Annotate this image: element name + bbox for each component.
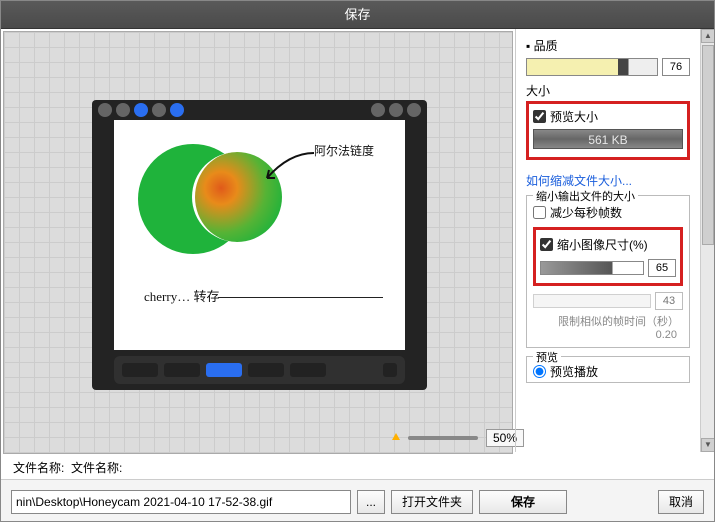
file-size-bar: 561 KB	[533, 129, 683, 149]
side-panel: ▲ ▼ 品质 76 大小 预览大小 561 KB	[515, 29, 714, 452]
scroll-down-icon[interactable]: ▼	[701, 438, 714, 452]
highlight-box-resize: 缩小图像尺寸(%) 65	[533, 227, 683, 286]
preview-play-radio[interactable]	[533, 365, 546, 378]
canvas-app: 阿尔法链度 cherry… 转存	[92, 100, 427, 390]
save-button[interactable]: 保存	[479, 490, 567, 514]
main-area: 阿尔法链度 cherry… 转存 50% ▲ ▼	[1, 29, 714, 452]
zoom-marker-icon	[392, 433, 400, 443]
shrink-group: 缩小输出文件的大小 减少每秒帧数 缩小图像尺寸(%) 65	[526, 195, 690, 348]
reduce-dim-value[interactable]: 65	[648, 259, 676, 277]
window-title: 保存	[1, 1, 714, 29]
reduce-dim-slider[interactable]	[540, 261, 644, 275]
filename-label-1: 文件名称:	[13, 461, 64, 475]
reduce-fps-checkbox[interactable]	[533, 206, 546, 219]
bottom-pill-active[interactable]	[206, 363, 242, 377]
preview-play-label: 预览播放	[550, 363, 598, 380]
extra-slider[interactable]	[533, 294, 651, 308]
tool-icon-active[interactable]	[134, 103, 148, 117]
annotation-text-1: 阿尔法链度	[314, 142, 374, 159]
open-folder-button[interactable]: 打开文件夹	[391, 490, 473, 514]
tool-icon[interactable]	[98, 103, 112, 117]
tool-icon[interactable]	[371, 103, 385, 117]
preview-size-label: 预览大小	[550, 108, 598, 125]
filename-input[interactable]	[11, 490, 351, 514]
shrink-group-title: 缩小输出文件的大小	[533, 188, 638, 204]
zoom-controls: 50%	[392, 429, 524, 447]
quality-value[interactable]: 76	[662, 58, 690, 76]
preview-group-title: 预览	[533, 349, 561, 365]
scroll-up-icon[interactable]: ▲	[701, 29, 714, 43]
bottom-pill[interactable]	[383, 363, 397, 377]
tool-icon[interactable]	[170, 103, 184, 117]
underline-shape	[218, 297, 383, 298]
zoom-slider[interactable]	[408, 436, 478, 440]
limit-hint: 限制相似的帧时间（秒）	[533, 313, 683, 329]
arrow-annotation	[259, 148, 319, 188]
preview-pane: 阿尔法链度 cherry… 转存 50%	[3, 31, 513, 454]
bottom-pill[interactable]	[248, 363, 284, 377]
extra-value: 43	[655, 292, 683, 310]
quality-slider[interactable]	[526, 58, 658, 76]
bottom-bar: ... 打开文件夹 保存 取消	[1, 479, 714, 521]
tool-icon[interactable]	[407, 103, 421, 117]
highlight-box-size: 预览大小 561 KB	[526, 101, 690, 160]
reduce-dim-checkbox[interactable]	[540, 238, 553, 251]
bottom-pill[interactable]	[122, 363, 158, 377]
limit-value: 0.20	[533, 329, 683, 341]
filename-labels: 文件名称: 文件名称:	[13, 459, 122, 476]
reduce-fps-label: 减少每秒帧数	[550, 204, 622, 221]
cancel-button[interactable]: 取消	[658, 490, 704, 514]
scroll-thumb[interactable]	[702, 45, 714, 245]
tool-icon[interactable]	[389, 103, 403, 117]
bottom-pill[interactable]	[164, 363, 200, 377]
browse-button[interactable]: ...	[357, 490, 385, 514]
filename-label-2: 文件名称:	[71, 461, 122, 475]
annotation-text-2: cherry… 转存	[144, 286, 219, 305]
shrink-help-link[interactable]: 如何缩减文件大小...	[526, 172, 632, 189]
side-scrollbar[interactable]: ▲ ▼	[700, 29, 714, 452]
tool-icon[interactable]	[116, 103, 130, 117]
bottom-pill[interactable]	[290, 363, 326, 377]
reduce-dim-label: 缩小图像尺寸(%)	[557, 236, 648, 253]
preview-group: 预览 预览播放	[526, 356, 690, 383]
drawing-canvas: 阿尔法链度 cherry… 转存	[114, 120, 405, 350]
preview-size-checkbox[interactable]	[533, 110, 546, 123]
tool-icon[interactable]	[152, 103, 166, 117]
canvas-bottom-bar	[114, 356, 405, 384]
quality-label: 品质	[526, 39, 558, 53]
size-label: 大小	[526, 84, 550, 98]
canvas-toolbar	[92, 100, 427, 120]
